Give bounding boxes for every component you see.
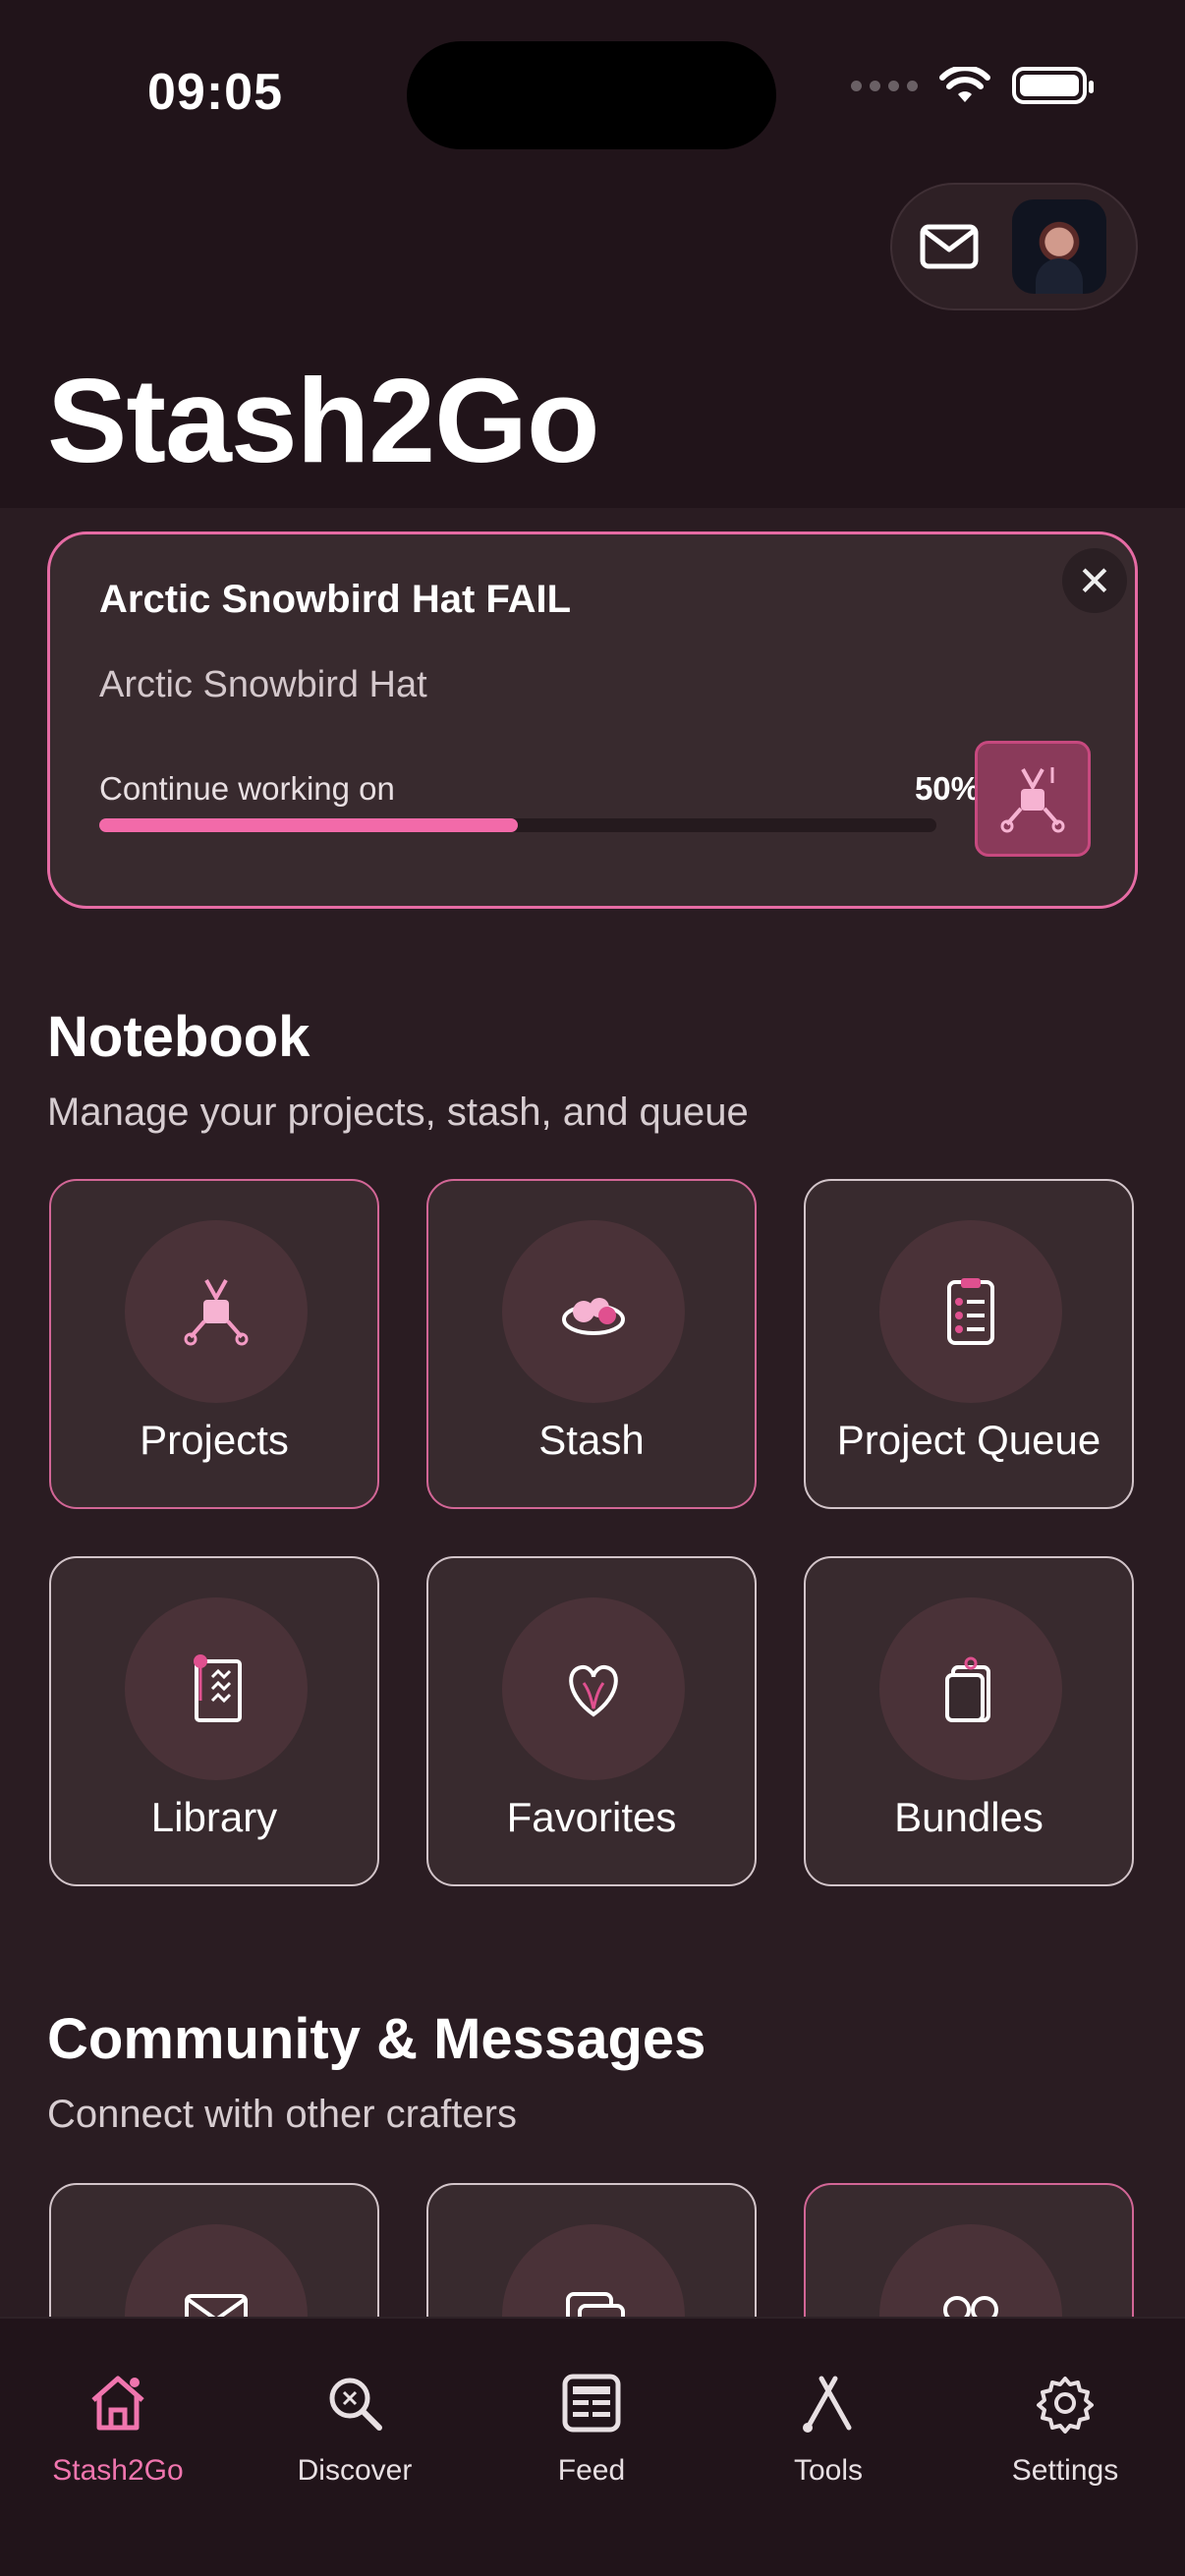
- close-icon[interactable]: ✕: [1062, 548, 1127, 613]
- cellular-signal-icon: [851, 80, 918, 91]
- discover-search-icon: [329, 2378, 382, 2431]
- community-title: Community & Messages: [47, 2007, 706, 2071]
- tab-label: Stash2Go: [52, 2454, 184, 2487]
- continue-label: Continue working on: [99, 770, 395, 807]
- wifi-icon: [939, 67, 990, 102]
- tab-tools[interactable]: Tools: [720, 2366, 936, 2488]
- tile-bundles[interactable]: Bundles: [804, 1556, 1134, 1886]
- pattern-book-icon: [194, 1654, 242, 1722]
- tile-label: Project Queue: [836, 1417, 1101, 1463]
- tab-label: Discover: [297, 2454, 413, 2487]
- notebook-title: Notebook: [47, 1005, 310, 1069]
- tab-feed[interactable]: Feed: [483, 2366, 700, 2488]
- feed-icon: [562, 2374, 621, 2433]
- tile-label: Library: [150, 1794, 278, 1840]
- avatar[interactable]: [1012, 199, 1106, 294]
- tile-project-queue[interactable]: Project Queue: [804, 1179, 1134, 1509]
- pattern-name: Arctic Snowbird Hat: [99, 664, 427, 705]
- clipboard-list-icon: [947, 1278, 994, 1345]
- yarn-bowl-icon: [562, 1298, 625, 1335]
- notebook-subtitle: Manage your projects, stash, and queue: [47, 1091, 749, 1134]
- tab-discover[interactable]: Discover: [247, 2366, 463, 2488]
- continue-working-card[interactable]: Arctic Snowbird Hat FAIL Arctic Snowbird…: [47, 532, 1138, 909]
- tile-library[interactable]: Library: [49, 1556, 379, 1886]
- header-actions: [890, 183, 1138, 310]
- tab-bar: Stash2Go Discover Feed Tools Settings: [0, 2317, 1185, 2576]
- progress-fill: [99, 818, 518, 832]
- page-title: Stash2Go: [47, 354, 599, 487]
- tile-label: Stash: [538, 1417, 645, 1463]
- battery-icon: [1012, 67, 1094, 104]
- tab-label: Tools: [793, 2454, 864, 2487]
- progress-percent: 50%: [914, 770, 980, 807]
- dynamic-island: [407, 41, 776, 149]
- tab-settings[interactable]: Settings: [957, 2366, 1173, 2488]
- tile-label: Bundles: [894, 1794, 1044, 1840]
- home-icon: [91, 2376, 144, 2431]
- heart-icon: [569, 1664, 618, 1717]
- tools-icon: [803, 2376, 852, 2433]
- settings-gear-icon: [1037, 2377, 1094, 2434]
- project-thumbnail[interactable]: [975, 741, 1091, 857]
- community-subtitle: Connect with other crafters: [47, 2093, 517, 2136]
- knitting-project-icon: [184, 1279, 249, 1346]
- tab-stash2go[interactable]: Stash2Go: [10, 2366, 226, 2488]
- progress-bar: [99, 818, 936, 832]
- tile-stash[interactable]: Stash: [426, 1179, 757, 1509]
- project-title: Arctic Snowbird Hat FAIL: [99, 578, 572, 621]
- status-time: 09:05: [147, 64, 283, 121]
- status-indicators: [851, 67, 1094, 104]
- tile-favorites[interactable]: Favorites: [426, 1556, 757, 1886]
- knitting-project-icon: [1000, 767, 1065, 833]
- top-header: 09:05 Stash2Go: [0, 0, 1185, 508]
- tab-label: Settings: [1011, 2454, 1119, 2487]
- mail-icon[interactable]: [920, 224, 979, 269]
- tab-label: Feed: [557, 2454, 626, 2487]
- tile-label: Projects: [140, 1417, 289, 1463]
- tile-projects[interactable]: Projects: [49, 1179, 379, 1509]
- bundle-bag-icon: [945, 1656, 990, 1722]
- tile-label: Favorites: [506, 1794, 677, 1840]
